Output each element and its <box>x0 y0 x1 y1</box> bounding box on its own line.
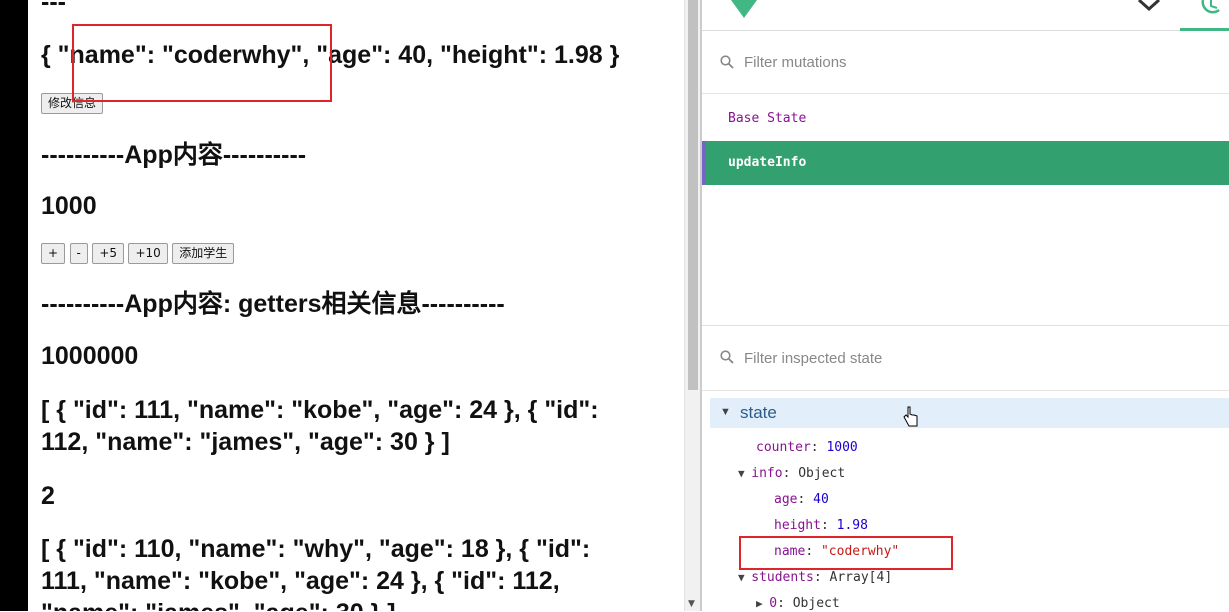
increment-button[interactable]: + <box>41 243 66 264</box>
page-scrollbar[interactable]: ▼ <box>684 0 701 611</box>
state-counter-row: counter: 1000 <box>756 440 858 455</box>
add-five-button[interactable]: +5 <box>92 243 125 264</box>
mutation-label: updateInfo <box>728 155 807 170</box>
filter-mutations[interactable]: Filter mutations <box>702 33 1229 94</box>
app-heading: ----------App内容---------- <box>41 141 307 169</box>
state-inspector: Filter inspected state ▼ state counter: … <box>702 325 1229 612</box>
key-label: counter <box>756 440 811 455</box>
value-label: Object <box>792 596 840 611</box>
all-students-line-1: [ { "id": 110, "name": "why", "age": 18 … <box>41 535 591 563</box>
key-label: age <box>774 492 798 507</box>
state-info-row[interactable]: ▼ info: Object <box>738 466 845 481</box>
counter-value: 1000 <box>41 192 97 220</box>
value-label: 1.98 <box>836 518 868 533</box>
state-students-row[interactable]: ▼ students: Array[4] <box>738 570 892 585</box>
scroll-down-arrow-icon[interactable]: ▼ <box>688 599 695 609</box>
vue-logo-icon <box>731 0 757 18</box>
mutation-item-base-state[interactable]: Base State <box>702 97 1229 141</box>
all-students-line-2: 111, "name": "kobe", "age": 24 }, { "id"… <box>41 567 560 595</box>
state-height-row: height: 1.98 <box>774 518 868 533</box>
search-icon <box>720 350 734 364</box>
add-ten-button[interactable]: +10 <box>128 243 168 264</box>
key-label: name <box>774 544 806 559</box>
value-label: Object <box>798 466 846 481</box>
add-student-button[interactable]: 添加学生 <box>172 243 235 264</box>
expand-triangle-icon[interactable]: ▼ <box>738 467 751 480</box>
state-student-0-row[interactable]: ▶ 0: Object <box>756 596 840 611</box>
filter-inspected-state[interactable]: Filter inspected state <box>702 326 1229 391</box>
filtered-students-line-2: 112, "name": "james", "age": 30 } ] <box>41 428 450 456</box>
state-age-row: age: 40 <box>774 492 829 507</box>
decrement-button[interactable]: - <box>69 243 88 264</box>
top-separator: --- <box>41 0 66 16</box>
key-label: height <box>774 518 821 533</box>
filter-mutations-placeholder: Filter mutations <box>744 54 847 71</box>
count-value: 2 <box>41 482 55 510</box>
update-info-button[interactable]: 修改信息 <box>41 93 104 114</box>
mutation-item-update-info[interactable]: updateInfo <box>702 141 1229 185</box>
filter-state-placeholder: Filter inspected state <box>744 350 883 367</box>
value-label: 1000 <box>826 440 858 455</box>
left-edge-strip <box>0 0 28 611</box>
value-label: "coderwhy" <box>820 544 900 559</box>
search-icon <box>720 55 734 69</box>
vue-devtools-panel: Filter mutations Base State updateInfo F… <box>700 0 1229 612</box>
state-root-row[interactable]: ▼ state <box>710 398 1229 428</box>
devtools-toolbar <box>702 0 1229 31</box>
getter-power-value: 1000000 <box>41 342 139 370</box>
key-label: info <box>751 466 783 481</box>
mutation-label: Base State <box>728 111 807 126</box>
filtered-students-line-1: [ { "id": 111, "name": "kobe", "age": 24… <box>41 396 599 424</box>
collapse-triangle-icon[interactable]: ▶ <box>756 597 769 610</box>
key-label: 0 <box>769 596 778 611</box>
state-name-row: name: "coderwhy" <box>774 544 900 559</box>
state-root-label: state <box>740 403 777 422</box>
all-students-line-3: "name": "james", "age": 30 } ] <box>41 597 396 611</box>
components-tool-icon[interactable] <box>1136 0 1162 12</box>
hand-cursor-icon <box>903 406 918 427</box>
key-label: students <box>751 570 814 585</box>
scrollbar-thumb[interactable] <box>688 0 698 390</box>
app-page: --- { "name": "coderwhy", "age": 40, "he… <box>0 0 684 611</box>
expand-triangle-icon[interactable]: ▼ <box>720 406 731 418</box>
info-json-text: { "name": "coderwhy", "age": 40, "height… <box>41 41 620 69</box>
value-label: Array[4] <box>829 570 893 585</box>
vuex-history-icon[interactable] <box>1197 0 1229 14</box>
getters-heading: ----------App内容: getters相关信息---------- <box>41 290 505 318</box>
active-tab-indicator <box>1180 28 1229 31</box>
value-label: 40 <box>813 492 829 507</box>
expand-triangle-icon[interactable]: ▼ <box>738 571 751 584</box>
counter-buttons: + - +5 +10 添加学生 <box>41 243 235 264</box>
